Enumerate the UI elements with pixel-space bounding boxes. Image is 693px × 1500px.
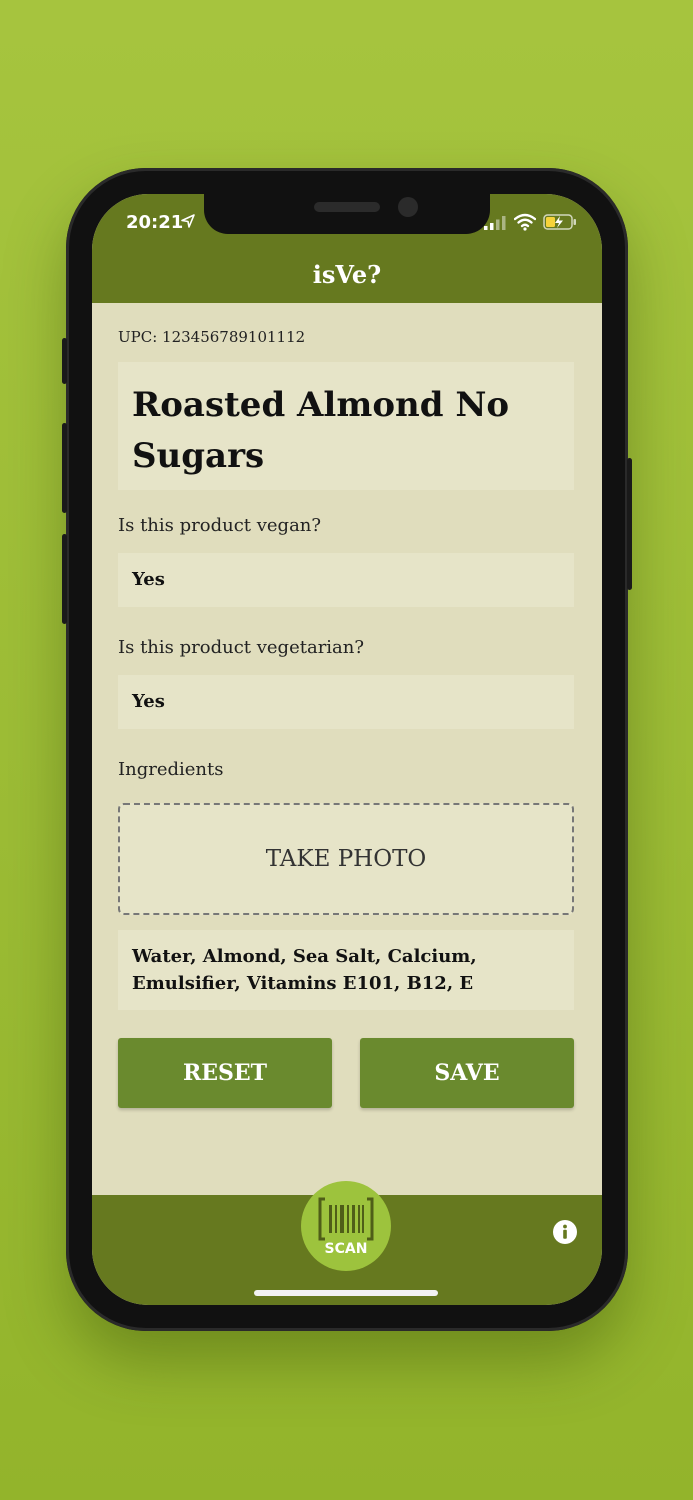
home-indicator[interactable] [254,1290,438,1296]
volume-up-button [62,423,67,513]
mute-switch [62,338,67,384]
volume-down-button [62,534,67,624]
speaker [314,202,380,212]
vegetarian-select[interactable]: Yes [118,675,574,729]
location-arrow-icon [181,214,195,228]
ingredients-label: Ingredients [118,759,224,780]
info-icon[interactable] [552,1219,578,1245]
reset-button[interactable]: RESET [118,1038,332,1108]
vegetarian-question-label: Is this product vegetarian? [118,637,365,658]
scan-button[interactable]: SCAN [301,1181,391,1271]
vegan-select[interactable]: Yes [118,553,574,607]
app-title: isVe? [312,260,382,289]
wifi-icon [514,213,536,231]
screen: 20:21 isVe? UPC: 123456789101112 Roasted… [92,194,602,1305]
barcode-icon [318,1197,374,1241]
vegan-question-label: Is this product vegan? [118,515,322,536]
take-photo-button[interactable]: TAKE PHOTO [118,803,574,915]
bottom-bar: SCAN [92,1181,602,1305]
front-camera [398,197,418,217]
product-name-field[interactable]: Roasted Almond No Sugars [118,362,574,490]
notch [204,194,490,234]
scan-label: SCAN [324,1241,368,1257]
status-time: 20:21 [126,212,184,233]
save-button[interactable]: SAVE [360,1038,574,1108]
battery-charging-icon [543,214,576,230]
phone-frame: 20:21 isVe? UPC: 123456789101112 Roasted… [62,168,632,1331]
product-name: Roasted Almond No Sugars [132,385,510,476]
top-bar: 20:21 isVe? [92,194,602,303]
upc-code: UPC: 123456789101112 [118,328,306,346]
ingredients-text-field[interactable]: Water, Almond, Sea Salt, Calcium, Emulsi… [118,930,574,1010]
power-button [627,458,632,590]
